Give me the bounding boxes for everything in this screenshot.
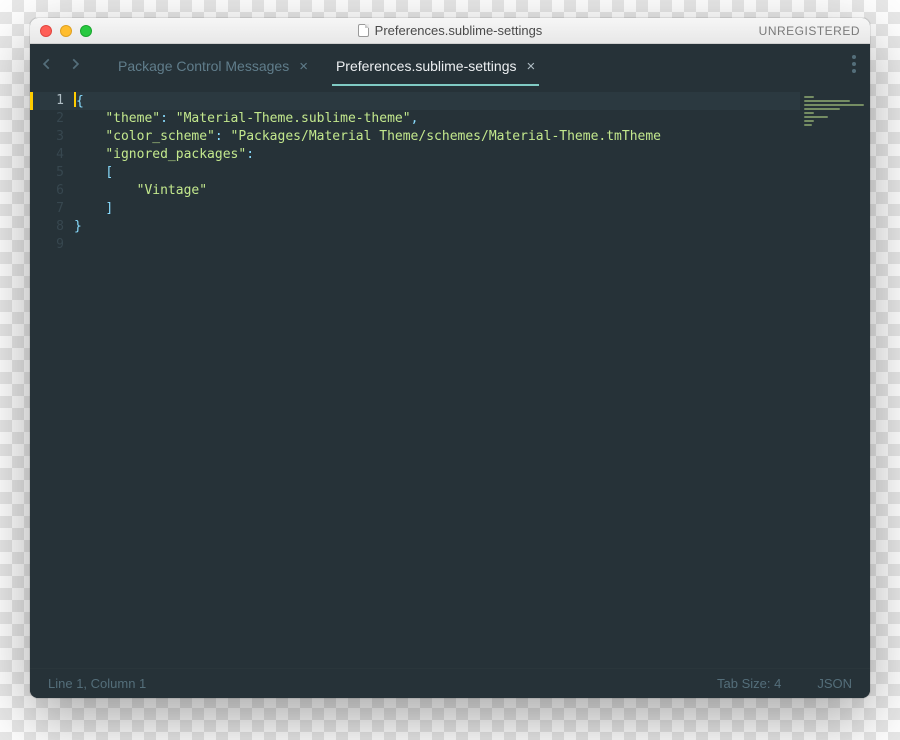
minimap-line	[804, 96, 814, 98]
nav-forward-icon[interactable]	[68, 57, 82, 76]
minimap-line	[804, 100, 850, 102]
minimap-line	[804, 104, 864, 106]
tab-size-selector[interactable]: Tab Size: 4	[717, 676, 781, 691]
minimize-window-icon[interactable]	[60, 25, 72, 37]
minimap-line	[804, 108, 840, 110]
titlebar: Preferences.sublime-settings UNREGISTERE…	[30, 18, 870, 44]
minimap-line	[804, 124, 812, 126]
code-content[interactable]: { "theme": "Material-Theme.sublime-theme…	[74, 88, 800, 668]
cursor-position: Line 1, Column 1	[48, 676, 146, 691]
tab-bar: Package Control Messages × Preferences.s…	[30, 44, 870, 88]
code-line: "ignored_packages":	[74, 146, 800, 164]
line-number: 6	[30, 182, 74, 200]
more-menu-icon[interactable]	[844, 55, 864, 78]
code-line: ]	[74, 200, 800, 218]
code-line	[74, 236, 800, 254]
minimap-line	[804, 112, 814, 114]
tab-label: Preferences.sublime-settings	[336, 58, 517, 74]
close-window-icon[interactable]	[40, 25, 52, 37]
window-title: Preferences.sublime-settings	[375, 23, 543, 38]
line-number: 8	[30, 218, 74, 236]
line-number: 9	[30, 236, 74, 254]
status-bar: Line 1, Column 1 Tab Size: 4 JSON	[30, 668, 870, 698]
code-line: "theme": "Material-Theme.sublime-theme",	[74, 110, 800, 128]
close-icon[interactable]: ×	[299, 59, 308, 74]
line-number: 2	[30, 110, 74, 128]
minimap-line	[804, 120, 814, 122]
line-number: 1	[30, 92, 74, 110]
code-line: [	[74, 164, 800, 182]
line-number: 5	[30, 164, 74, 182]
zoom-window-icon[interactable]	[80, 25, 92, 37]
minimap-line	[804, 116, 828, 118]
syntax-selector[interactable]: JSON	[817, 676, 852, 691]
code-line: {	[74, 92, 800, 110]
line-number: 7	[30, 200, 74, 218]
line-number: 4	[30, 146, 74, 164]
unregistered-label: UNREGISTERED	[759, 24, 860, 38]
editor-window: Preferences.sublime-settings UNREGISTERE…	[30, 18, 870, 698]
tab-label: Package Control Messages	[118, 58, 289, 74]
code-line: "color_scheme": "Packages/Material Theme…	[74, 128, 800, 146]
code-line: "Vintage"	[74, 182, 800, 200]
nav-back-icon[interactable]	[40, 57, 54, 76]
editor-area[interactable]: 123456789 { "theme": "Material-Theme.sub…	[30, 88, 870, 668]
code-line: }	[74, 218, 800, 236]
line-number-gutter: 123456789	[30, 88, 74, 668]
line-number: 3	[30, 128, 74, 146]
tab-package-control-messages[interactable]: Package Control Messages ×	[104, 44, 322, 88]
minimap[interactable]	[800, 88, 870, 668]
document-icon	[358, 24, 369, 37]
window-controls	[40, 25, 92, 37]
close-icon[interactable]: ×	[527, 59, 536, 74]
tab-preferences-sublime-settings[interactable]: Preferences.sublime-settings ×	[322, 44, 549, 88]
